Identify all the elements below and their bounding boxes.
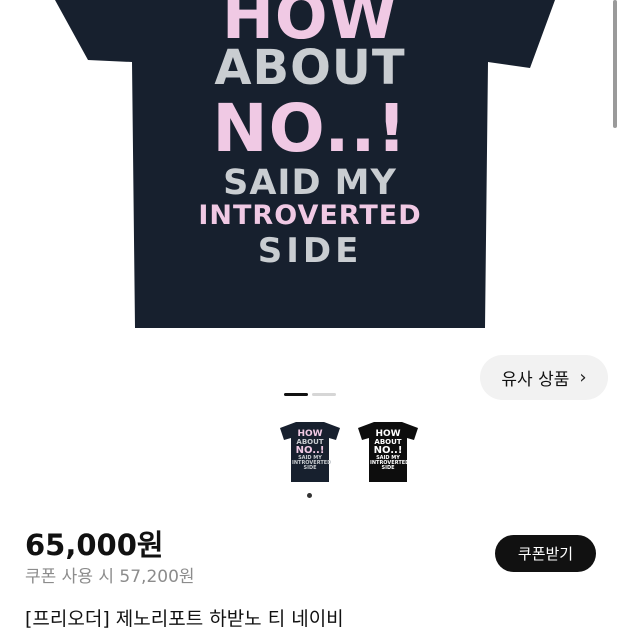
scrollbar[interactable] [613,0,617,128]
product-title: [프리오더] 제노리포트 하받노 티 네이비 [25,608,344,630]
shirt-print-line: NO..! [212,90,408,167]
get-coupon-button[interactable]: 쿠폰받기 [495,535,596,572]
thumbnail-print: HOW ABOUT NO..! SAID MY INTROVERTED SIDE [370,430,410,471]
similar-products-label: 유사 상품 [501,370,570,390]
thumbnail-navy[interactable]: HOW ABOUT NO..! SAID MY INTROVERTED SIDE [278,422,342,484]
shirt-print: HOW ABOUT NO..! SAID MY INTROVERTED SIDE [135,0,485,268]
thumbnail-black[interactable]: HOW ABOUT NO..! SAID MY INTROVERTED SIDE [356,422,420,484]
thumbnail-print-line: SAID MY INTROVERTED SIDE [370,455,410,471]
shirt-print-line: SAID MY [223,163,397,203]
pager-indicator[interactable] [312,393,336,396]
thumbnail-selected-indicator [307,493,312,498]
shirt-print-line: SIDE [257,231,363,271]
product-price: 65,000원 [25,528,164,562]
similar-products-button[interactable]: 유사 상품 › [480,355,608,400]
pager-indicator-active[interactable] [284,393,308,396]
shirt-print-line: HOW [222,0,398,53]
shirt-print-line: INTROVERTED [198,200,422,231]
thumbnail-print: HOW ABOUT NO..! SAID MY INTROVERTED SIDE [292,430,332,471]
shirt-print-line: ABOUT [214,40,406,96]
chevron-right-icon: › [579,367,587,388]
coupon-price-text: 쿠폰 사용 시 57,200원 [25,567,195,587]
product-image[interactable]: HOW ABOUT NO..! SAID MY INTROVERTED SIDE [0,0,620,345]
thumbnail-print-line: SAID MY INTROVERTED SIDE [292,455,332,471]
